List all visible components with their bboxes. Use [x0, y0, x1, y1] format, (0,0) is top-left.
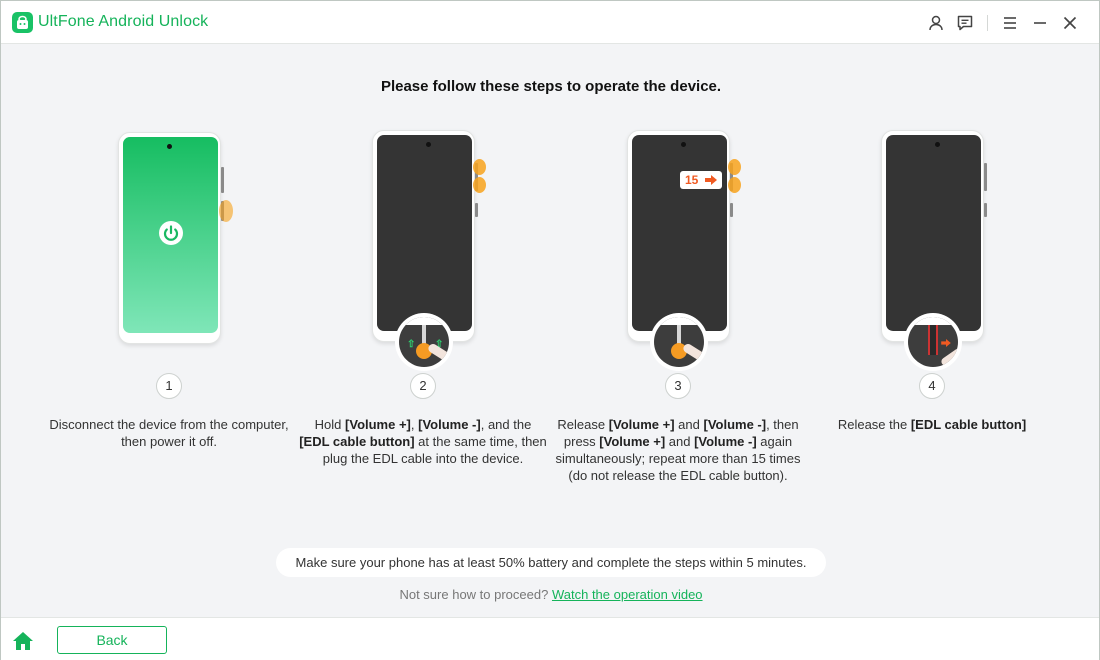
watch-video-link[interactable]: Watch the operation video: [552, 587, 703, 602]
edl-cable-detail: [904, 313, 962, 371]
repeat-count-badge: 15: [680, 171, 722, 189]
step-number: 1: [156, 373, 182, 399]
edl-cable-detail: ⇧ ⇧: [395, 313, 453, 371]
step-description: Release the [EDL cable button]: [807, 416, 1057, 433]
step-text-emphasis: [Volume -]: [703, 417, 767, 432]
back-button[interactable]: Back: [57, 626, 167, 654]
user-icon[interactable]: [927, 14, 945, 32]
step-text: Release the: [837, 417, 911, 432]
step-text-emphasis: [Volume +]: [599, 434, 666, 449]
footer-bar: Back: [1, 617, 1099, 660]
step-description: Disconnect the device from the computer,…: [44, 416, 294, 450]
app-title: UltFone Android Unlock: [38, 13, 209, 30]
step-text-emphasis: [EDL cable button]: [299, 434, 415, 449]
step-number: 4: [919, 373, 945, 399]
help-line: Not sure how to proceed? Watch the opera…: [1, 587, 1100, 602]
edl-cable-detail: [650, 313, 708, 371]
step-number: 3: [665, 373, 691, 399]
phone-illustration: [881, 130, 987, 371]
step-text-emphasis: [Volume -]: [694, 434, 757, 449]
step-1: 1 Disconnect the device from the compute…: [44, 126, 294, 506]
phone-illustration: 15: [627, 130, 741, 371]
step-text: Disconnect the device from the computer,…: [49, 417, 289, 449]
step-description: Hold [Volume +], [Volume -], and the [ED…: [298, 416, 548, 467]
step-text-emphasis: [Volume -]: [418, 417, 481, 432]
step-text: Hold: [314, 417, 346, 432]
power-icon: [159, 221, 183, 245]
app-window: UltFone Android Unlock Please follow the…: [0, 0, 1100, 660]
step-text: Release: [557, 417, 609, 432]
step-2: ⇧ ⇧ 2 Hold [Volume +], [Volume -], and t…: [298, 126, 548, 506]
step-number: 2: [410, 373, 436, 399]
page-title: Please follow these steps to operate the…: [380, 78, 722, 95]
step-text: and: [665, 434, 695, 449]
menu-icon[interactable]: [1001, 14, 1019, 32]
step-description: Release [Volume +] and [Volume -], then …: [553, 416, 803, 484]
title-bar: UltFone Android Unlock: [1, 1, 1099, 44]
app-logo-icon: [12, 12, 33, 33]
step-4: 4 Release the [EDL cable button]: [807, 126, 1057, 506]
titlebar-divider: [987, 15, 988, 31]
battery-note: Make sure your phone has at least 50% ba…: [276, 548, 826, 577]
phone-illustration: [118, 132, 233, 344]
step-text: , and the: [480, 417, 532, 432]
help-prefix: Not sure how to proceed?: [399, 587, 549, 602]
home-icon[interactable]: [12, 631, 34, 656]
step-text-emphasis: [EDL cable button]: [910, 417, 1027, 432]
step-text: and: [674, 417, 704, 432]
step-text-emphasis: [Volume +]: [345, 417, 411, 432]
step-3: 15 3 Release [Volume +] and [Volume -], …: [553, 126, 803, 506]
minimize-icon[interactable]: [1031, 14, 1049, 32]
phone-illustration: ⇧ ⇧: [372, 130, 486, 371]
step-text-emphasis: [Volume +]: [608, 417, 675, 432]
close-icon[interactable]: [1061, 14, 1079, 32]
feedback-icon[interactable]: [956, 14, 974, 32]
